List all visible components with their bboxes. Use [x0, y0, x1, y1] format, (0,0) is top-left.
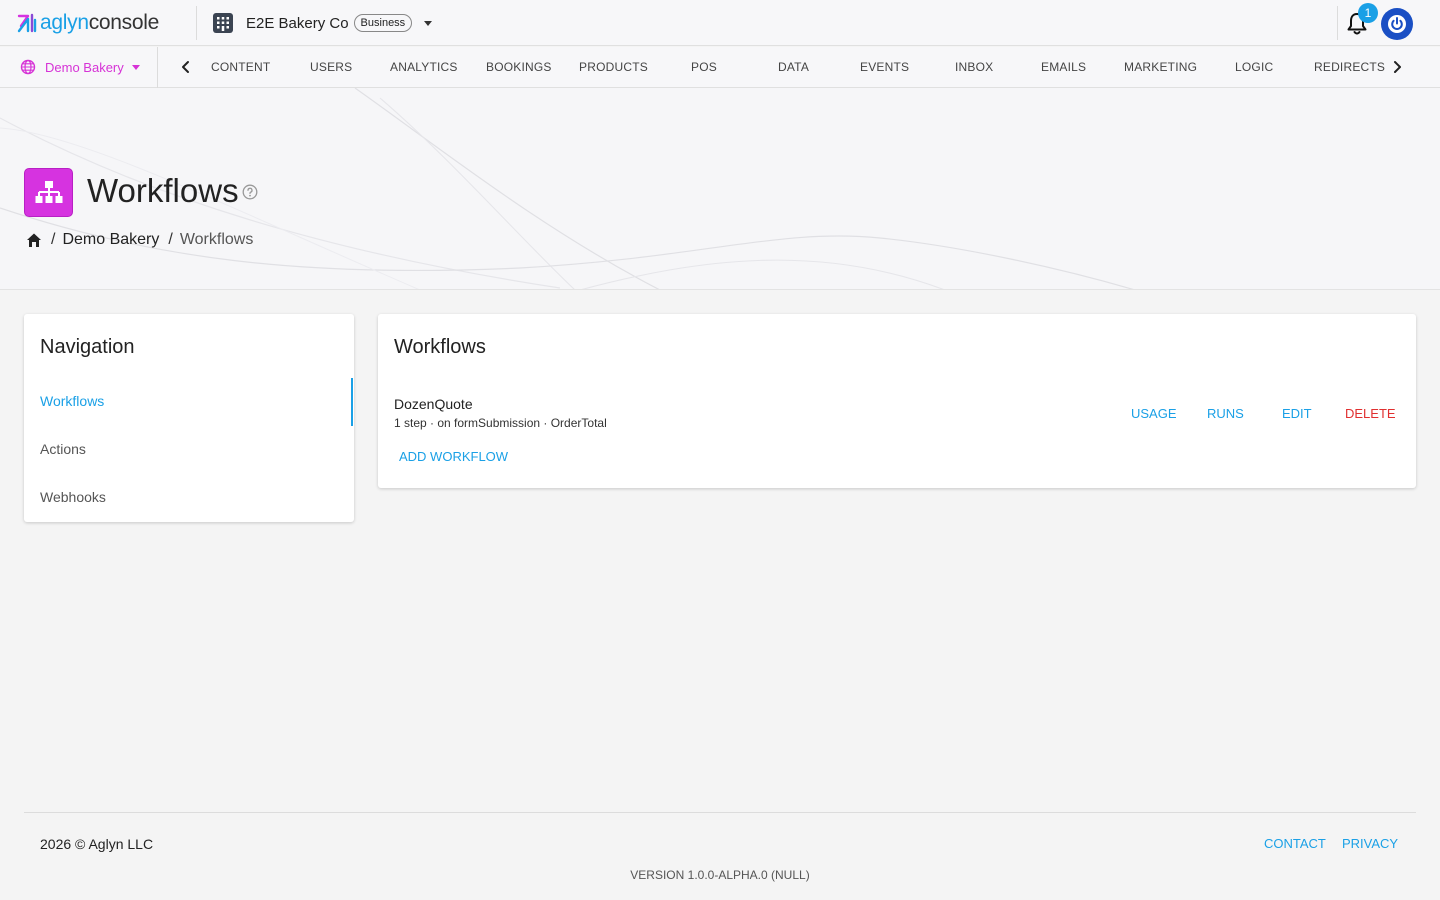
chevron-down-icon: [424, 20, 433, 26]
privacy-link[interactable]: PRIVACY: [1342, 836, 1398, 851]
add-workflow-button[interactable]: ADD WORKFLOW: [399, 449, 508, 464]
site-switcher[interactable]: Demo Bakery: [20, 59, 140, 75]
version-text: VERSION 1.0.0-ALPHA.0 (NULL): [630, 868, 810, 882]
breadcrumb: / Demo Bakery / Workflows: [26, 231, 253, 249]
tab-emails[interactable]: EMAILS: [1041, 60, 1086, 74]
usage-button[interactable]: USAGE: [1131, 406, 1177, 421]
workflows-card: Workflows DozenQuote 1 step · on formSub…: [378, 314, 1416, 488]
tab-bookings[interactable]: BOOKINGS: [486, 60, 552, 74]
navigation-card: Navigation Workflows Actions Webhooks: [24, 314, 354, 522]
power-icon: [1388, 15, 1406, 33]
divider: [1337, 6, 1338, 40]
aglyn-logo-icon: [17, 13, 37, 33]
globe-icon: [20, 59, 36, 75]
tab-analytics[interactable]: ANALYTICS: [390, 60, 458, 74]
page-header: Workflows / Demo Bakery / Workflows: [0, 88, 1440, 290]
breadcrumb-site[interactable]: Demo Bakery: [62, 231, 159, 249]
breadcrumb-current: Workflows: [179, 231, 254, 248]
active-indicator: [351, 378, 353, 426]
app-logo[interactable]: aglyn console: [16, 10, 159, 36]
workflow-name: DozenQuote: [394, 396, 473, 412]
tab-marketing[interactable]: MARKETING: [1124, 60, 1197, 74]
tab-users[interactable]: USERS: [310, 60, 352, 74]
top-bar: aglyn console E2E Bakery Co Business 1: [0, 0, 1440, 46]
home-icon[interactable]: [26, 232, 42, 248]
tab-products[interactable]: PRODUCTS: [579, 60, 648, 74]
tab-content[interactable]: CONTENT: [211, 60, 270, 74]
org-switcher[interactable]: E2E Bakery Co Business: [212, 11, 433, 35]
chevron-left-icon[interactable]: [178, 59, 194, 75]
plan-badge: Business: [353, 14, 413, 32]
contact-link[interactable]: CONTACT: [1264, 836, 1326, 851]
org-name: E2E Bakery Co: [246, 14, 349, 32]
footer-divider: [24, 812, 1416, 813]
chevron-right-icon[interactable]: [1389, 59, 1405, 75]
logo-brand-text: aglyn: [40, 11, 89, 34]
delete-button[interactable]: DELETE: [1345, 406, 1396, 421]
logo-product-text: console: [88, 11, 160, 34]
divider: [196, 6, 197, 40]
chevron-down-icon: [131, 64, 140, 70]
copyright: 2026 © Aglyn LLC: [40, 836, 154, 852]
workflow-meta: 1 step · on formSubmission · OrderTotal: [394, 416, 607, 430]
nav-item-webhooks[interactable]: Webhooks: [40, 489, 106, 505]
edit-button[interactable]: EDIT: [1282, 406, 1312, 421]
sitemap-icon: [35, 180, 62, 203]
breadcrumb-separator: /: [51, 231, 56, 248]
account-button[interactable]: [1381, 8, 1413, 40]
breadcrumb-separator: /: [168, 231, 173, 248]
site-name: Demo Bakery: [45, 59, 124, 75]
tab-pos[interactable]: POS: [691, 60, 717, 74]
nav-item-actions[interactable]: Actions: [40, 441, 86, 457]
divider: [157, 47, 158, 88]
building-icon: [213, 13, 233, 33]
workflows-card-title: Workflows: [394, 336, 486, 358]
tab-logic[interactable]: LOGIC: [1235, 60, 1273, 74]
navigation-title: Navigation: [40, 336, 135, 358]
help-circle-icon[interactable]: [242, 184, 258, 200]
tab-redirects[interactable]: REDIRECTS: [1314, 60, 1385, 74]
workflows-page-icon: [24, 168, 73, 217]
nav-item-workflows[interactable]: Workflows: [40, 393, 104, 409]
tab-data[interactable]: DATA: [778, 60, 809, 74]
page-title: Workflows: [87, 172, 239, 209]
runs-button[interactable]: RUNS: [1207, 406, 1244, 421]
section-tabs-bar: Demo Bakery CONTENT USERS ANALYTICS BOOK…: [0, 47, 1440, 88]
tab-events[interactable]: EVENTS: [860, 60, 909, 74]
notification-count-badge: 1: [1358, 3, 1378, 23]
tab-inbox[interactable]: INBOX: [955, 60, 993, 74]
